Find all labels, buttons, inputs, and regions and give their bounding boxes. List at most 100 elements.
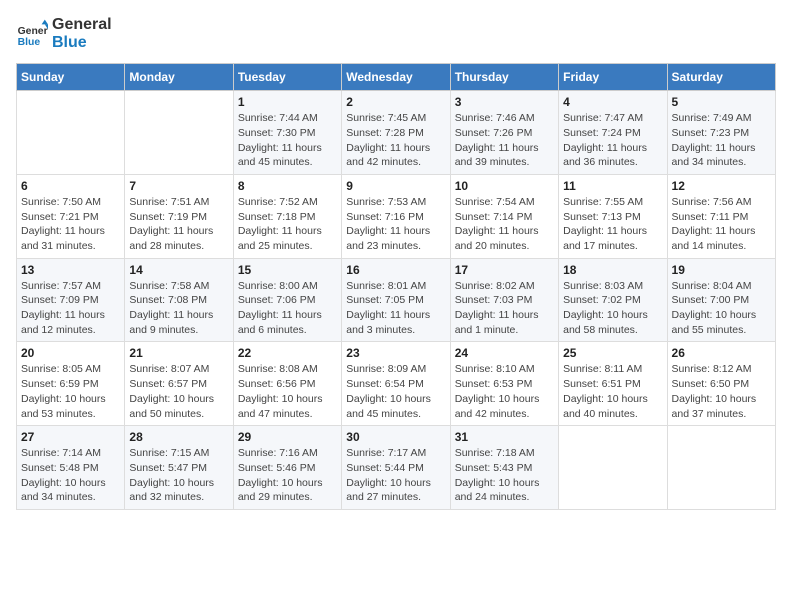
day-cell: 4Sunrise: 7:47 AMSunset: 7:24 PMDaylight… (559, 91, 667, 175)
day-info: Sunrise: 7:52 AMSunset: 7:18 PMDaylight:… (238, 195, 337, 254)
day-number: 1 (238, 95, 337, 109)
day-info: Sunrise: 8:03 AMSunset: 7:02 PMDaylight:… (563, 279, 662, 338)
logo: General Blue General Blue (16, 16, 112, 51)
logo-icon: General Blue (16, 18, 48, 50)
day-cell: 18 Sunrise: 8:03 AMSunset: 7:02 PMDayligh… (559, 258, 667, 342)
week-row-3: 13 Sunrise: 7:57 AMSunset: 7:09 PMDayligh… (17, 258, 776, 342)
day-number: 8 (238, 179, 337, 193)
day-cell (17, 91, 125, 175)
day-cell: 20 Sunrise: 8:05 AMSunset: 6:59 PMDayligh… (17, 342, 125, 426)
week-row-5: 27Sunrise: 7:14 AMSunset: 5:48 PMDayligh… (17, 426, 776, 510)
day-number: 12 (672, 179, 771, 193)
day-info: Sunrise: 7:17 AMSunset: 5:44 PMDaylight:… (346, 446, 445, 505)
weekday-header-monday: Monday (125, 64, 233, 91)
day-cell: 8 Sunrise: 7:52 AMSunset: 7:18 PMDaylight… (233, 174, 341, 258)
weekday-header-friday: Friday (559, 64, 667, 91)
day-number: 25 (563, 346, 662, 360)
day-cell: 3Sunrise: 7:46 AMSunset: 7:26 PMDaylight… (450, 91, 558, 175)
day-cell: 7 Sunrise: 7:51 AMSunset: 7:19 PMDaylight… (125, 174, 233, 258)
day-cell: 17 Sunrise: 8:02 AMSunset: 7:03 PMDayligh… (450, 258, 558, 342)
weekday-header-thursday: Thursday (450, 64, 558, 91)
day-number: 13 (21, 263, 120, 277)
day-info: Sunrise: 7:16 AMSunset: 5:46 PMDaylight:… (238, 446, 337, 505)
day-number: 19 (672, 263, 771, 277)
day-cell: 15 Sunrise: 8:00 AMSunset: 7:06 PMDayligh… (233, 258, 341, 342)
day-info: Sunrise: 8:08 AMSunset: 6:56 PMDaylight:… (238, 362, 337, 421)
day-number: 29 (238, 430, 337, 444)
day-info: Sunrise: 8:07 AMSunset: 6:57 PMDaylight:… (129, 362, 228, 421)
day-cell: 2 Sunrise: 7:45 AMSunset: 7:28 PMDaylight… (342, 91, 450, 175)
day-cell: 31Sunrise: 7:18 AMSunset: 5:43 PMDayligh… (450, 426, 558, 510)
day-cell: 12 Sunrise: 7:56 AMSunset: 7:11 PMDayligh… (667, 174, 775, 258)
day-cell: 10Sunrise: 7:54 AMSunset: 7:14 PMDayligh… (450, 174, 558, 258)
day-number: 21 (129, 346, 228, 360)
svg-text:General: General (18, 26, 48, 37)
calendar-body: 1Sunrise: 7:44 AMSunset: 7:30 PMDaylight… (17, 91, 776, 510)
day-cell (559, 426, 667, 510)
day-number: 14 (129, 263, 228, 277)
day-number: 17 (455, 263, 554, 277)
day-info: Sunrise: 7:53 AMSunset: 7:16 PMDaylight:… (346, 195, 445, 254)
day-info: Sunrise: 8:02 AMSunset: 7:03 PMDaylight:… (455, 279, 554, 338)
day-number: 18 (563, 263, 662, 277)
weekday-header-tuesday: Tuesday (233, 64, 341, 91)
day-cell: 29 Sunrise: 7:16 AMSunset: 5:46 PMDayligh… (233, 426, 341, 510)
day-info: Sunrise: 8:05 AMSunset: 6:59 PMDaylight:… (21, 362, 120, 421)
day-cell: 28Sunrise: 7:15 AMSunset: 5:47 PMDayligh… (125, 426, 233, 510)
day-number: 15 (238, 263, 337, 277)
week-row-2: 6 Sunrise: 7:50 AMSunset: 7:21 PMDaylight… (17, 174, 776, 258)
day-number: 23 (346, 346, 445, 360)
day-number: 2 (346, 95, 445, 109)
page-header: General Blue General Blue (16, 16, 776, 51)
day-info: Sunrise: 8:10 AMSunset: 6:53 PMDaylight:… (455, 362, 554, 421)
svg-text:Blue: Blue (18, 37, 41, 48)
week-row-4: 20 Sunrise: 8:05 AMSunset: 6:59 PMDayligh… (17, 342, 776, 426)
day-cell: 27Sunrise: 7:14 AMSunset: 5:48 PMDayligh… (17, 426, 125, 510)
day-number: 20 (21, 346, 120, 360)
day-info: Sunrise: 7:45 AMSunset: 7:28 PMDaylight:… (346, 111, 445, 170)
day-info: Sunrise: 7:55 AMSunset: 7:13 PMDaylight:… (563, 195, 662, 254)
day-cell: 1Sunrise: 7:44 AMSunset: 7:30 PMDaylight… (233, 91, 341, 175)
day-info: Sunrise: 7:58 AMSunset: 7:08 PMDaylight:… (129, 279, 228, 338)
day-cell (667, 426, 775, 510)
day-info: Sunrise: 7:46 AMSunset: 7:26 PMDaylight:… (455, 111, 554, 170)
day-cell: 13 Sunrise: 7:57 AMSunset: 7:09 PMDayligh… (17, 258, 125, 342)
weekday-header-wednesday: Wednesday (342, 64, 450, 91)
day-number: 31 (455, 430, 554, 444)
day-number: 10 (455, 179, 554, 193)
day-number: 11 (563, 179, 662, 193)
day-info: Sunrise: 8:01 AMSunset: 7:05 PMDaylight:… (346, 279, 445, 338)
day-number: 26 (672, 346, 771, 360)
day-cell: 9Sunrise: 7:53 AMSunset: 7:16 PMDaylight… (342, 174, 450, 258)
day-info: Sunrise: 8:04 AMSunset: 7:00 PMDaylight:… (672, 279, 771, 338)
day-cell: 16 Sunrise: 8:01 AMSunset: 7:05 PMDayligh… (342, 258, 450, 342)
day-cell: 5 Sunrise: 7:49 AMSunset: 7:23 PMDaylight… (667, 91, 775, 175)
day-number: 5 (672, 95, 771, 109)
day-number: 27 (21, 430, 120, 444)
day-info: Sunrise: 8:12 AMSunset: 6:50 PMDaylight:… (672, 362, 771, 421)
day-cell: 21 Sunrise: 8:07 AMSunset: 6:57 PMDayligh… (125, 342, 233, 426)
day-number: 6 (21, 179, 120, 193)
day-cell: 30 Sunrise: 7:17 AMSunset: 5:44 PMDayligh… (342, 426, 450, 510)
day-cell: 24 Sunrise: 8:10 AMSunset: 6:53 PMDayligh… (450, 342, 558, 426)
weekday-header-sunday: Sunday (17, 64, 125, 91)
day-number: 22 (238, 346, 337, 360)
weekday-header-saturday: Saturday (667, 64, 775, 91)
day-info: Sunrise: 7:51 AMSunset: 7:19 PMDaylight:… (129, 195, 228, 254)
calendar-table: SundayMondayTuesdayWednesdayThursdayFrid… (16, 63, 776, 510)
day-cell: 11 Sunrise: 7:55 AMSunset: 7:13 PMDayligh… (559, 174, 667, 258)
day-number: 24 (455, 346, 554, 360)
day-number: 30 (346, 430, 445, 444)
day-info: Sunrise: 7:57 AMSunset: 7:09 PMDaylight:… (21, 279, 120, 338)
day-info: Sunrise: 7:50 AMSunset: 7:21 PMDaylight:… (21, 195, 120, 254)
day-info: Sunrise: 8:00 AMSunset: 7:06 PMDaylight:… (238, 279, 337, 338)
day-info: Sunrise: 7:15 AMSunset: 5:47 PMDaylight:… (129, 446, 228, 505)
logo-blue: Blue (52, 34, 112, 52)
day-info: Sunrise: 7:49 AMSunset: 7:23 PMDaylight:… (672, 111, 771, 170)
day-info: Sunrise: 8:11 AMSunset: 6:51 PMDaylight:… (563, 362, 662, 421)
day-info: Sunrise: 7:56 AMSunset: 7:11 PMDaylight:… (672, 195, 771, 254)
day-info: Sunrise: 7:47 AMSunset: 7:24 PMDaylight:… (563, 111, 662, 170)
day-number: 16 (346, 263, 445, 277)
day-cell: 22 Sunrise: 8:08 AMSunset: 6:56 PMDayligh… (233, 342, 341, 426)
day-number: 7 (129, 179, 228, 193)
